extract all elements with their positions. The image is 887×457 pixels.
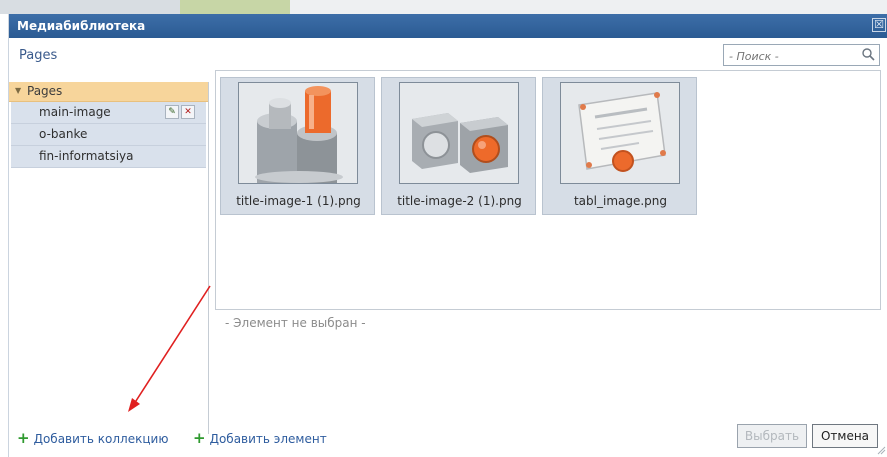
gallery-item-name: tabl_image.png: [573, 194, 668, 208]
background-segment: [0, 0, 180, 14]
add-element-link[interactable]: + Добавить элемент: [193, 429, 327, 447]
cubes-image[interactable]: [399, 82, 519, 184]
plus-icon: +: [17, 429, 30, 447]
edit-icon[interactable]: ✎: [165, 105, 179, 119]
tree-root-pages[interactable]: ▼ Pages: [9, 82, 208, 102]
media-library-dialog: Медиабиблиотека ☒ Pages ▼ Pages main-ima…: [8, 14, 887, 457]
tree-item-label: fin-informatsiya: [39, 149, 134, 163]
add-collection-link[interactable]: + Добавить коллекцию: [17, 429, 168, 447]
background-segment: [290, 0, 887, 14]
cancel-button[interactable]: Отмена: [812, 424, 878, 448]
choose-button[interactable]: Выбрать: [737, 424, 807, 448]
gallery-item-name: title-image-2 (1).png: [397, 194, 522, 208]
background-segment: [180, 0, 290, 14]
gallery-item-name: title-image-1 (1).png: [236, 194, 361, 208]
add-collection-label: Добавить коллекцию: [33, 432, 169, 446]
background-strip: [0, 0, 887, 14]
tree-item-label: main-image: [39, 105, 111, 119]
search-icon[interactable]: [861, 47, 875, 61]
tree-item-fin-informatsiya[interactable]: fin-informatsiya: [11, 146, 206, 168]
tree-item-o-banke[interactable]: o-banke: [11, 124, 206, 146]
add-element-label: Добавить элемент: [209, 432, 327, 446]
gallery-item[interactable]: title-image-2 (1).png: [381, 77, 536, 215]
gallery-item[interactable]: tabl_image.png: [542, 77, 697, 215]
dialog-footer: + Добавить коллекцию + Добавить элемент Вы…: [9, 422, 887, 457]
resize-grip-icon[interactable]: [876, 445, 886, 455]
dialog-titlebar: Медиабиблиотека ☒: [9, 14, 887, 38]
certificate-image[interactable]: [560, 82, 680, 184]
search-input[interactable]: [724, 46, 854, 67]
plus-icon: +: [193, 429, 206, 447]
delete-icon[interactable]: ✕: [181, 105, 195, 119]
tree-item-label: o-banke: [39, 127, 88, 141]
content-panel: title-image-1 (1).png title-image-2 (1).…: [215, 70, 887, 434]
breadcrumb: Pages: [19, 48, 58, 63]
selection-status: - Элемент не выбран -: [225, 316, 366, 330]
collection-tree: ▼ Pages main-image ✎ ✕ o-banke fin-infor…: [9, 82, 209, 434]
tree-item-main-image[interactable]: main-image ✎ ✕: [11, 102, 206, 124]
dialog-title: Медиабиблиотека: [17, 19, 146, 33]
close-icon[interactable]: ☒: [872, 18, 886, 32]
gallery-item[interactable]: title-image-1 (1).png: [220, 77, 375, 215]
collapse-arrow-icon[interactable]: ▼: [15, 86, 21, 95]
image-gallery: title-image-1 (1).png title-image-2 (1).…: [215, 70, 881, 310]
tree-root-label: Pages: [27, 84, 63, 98]
search-box[interactable]: [723, 44, 880, 67]
cylinders-image[interactable]: [238, 82, 358, 184]
